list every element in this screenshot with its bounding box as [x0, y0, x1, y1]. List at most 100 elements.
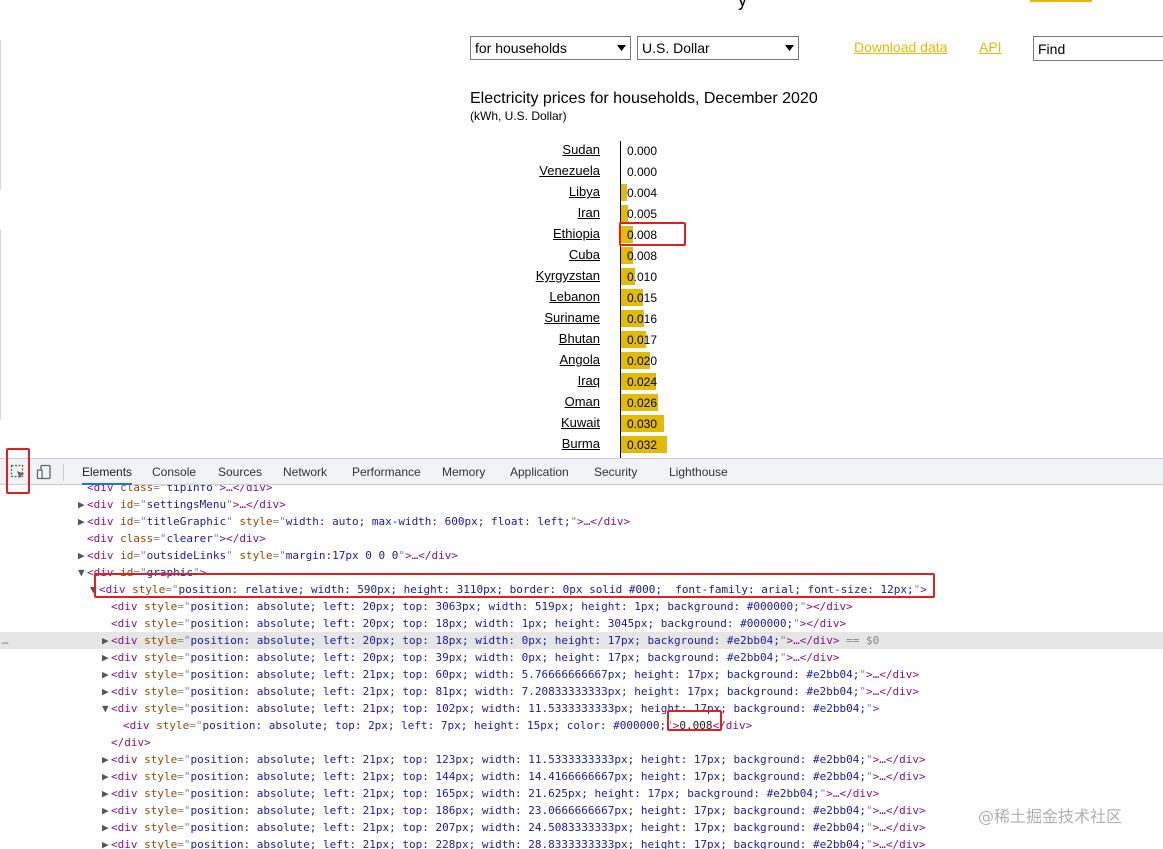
tab-console[interactable]: Console: [152, 459, 196, 485]
attribute-name: id: [120, 549, 134, 562]
country-link[interactable]: Libya: [569, 183, 600, 200]
webpage-viewport: y for households U.S. Dollar Download da…: [0, 0, 1163, 458]
dom-node-row[interactable]: <div class="clearer"></div>: [0, 530, 1163, 547]
tag-tail: >…</div>: [786, 634, 840, 647]
tab-security[interactable]: Security: [594, 459, 637, 485]
country-link[interactable]: Kyrgyzstan: [536, 267, 600, 284]
dom-node-row[interactable]: ▶ <div id="titleGraphic" style="width: au…: [0, 513, 1163, 530]
expand-toggle-icon[interactable]: ▶: [102, 632, 111, 649]
dom-node-row[interactable]: ▶ <div style="position: absolute; left: 2…: [0, 666, 1163, 683]
attribute-value: position: absolute; left: 20px; top: 18p…: [190, 634, 780, 647]
tab-performance[interactable]: Performance: [352, 459, 421, 485]
tab-elements[interactable]: Elements: [82, 459, 133, 485]
dom-node-row[interactable]: <div style="position: absolute; left: 20…: [0, 615, 1163, 632]
closing-tag: </div>: [111, 736, 151, 749]
expand-toggle-icon[interactable]: ▶: [102, 836, 111, 849]
dom-node-row[interactable]: <div style="position: absolute; top: 2px…: [0, 717, 1163, 734]
tag-tail: >…</div>: [219, 485, 273, 494]
bar-value-label: 0.005: [627, 207, 658, 221]
tag-name: div: [93, 498, 114, 511]
country-link[interactable]: Iraq: [578, 372, 600, 389]
tag-tail: >…</div>: [232, 498, 286, 511]
tab-memory[interactable]: Memory: [442, 459, 485, 485]
expand-toggle-icon[interactable]: ▶: [102, 751, 111, 768]
expand-toggle-icon[interactable]: ▶: [102, 666, 111, 683]
attribute-value: tipInfo: [166, 485, 213, 494]
dom-node-row[interactable]: ▶ <div style="position: absolute; left: 2…: [0, 751, 1163, 768]
expand-toggle-icon[interactable]: ▶: [102, 802, 111, 819]
dom-node-row[interactable]: <div style="position: absolute; left: 20…: [0, 598, 1163, 615]
country-link[interactable]: Sudan: [562, 141, 600, 158]
dom-node-row[interactable]: ▶ <div style="position: absolute; left: 2…: [0, 683, 1163, 700]
attribute-value: position: absolute; left: 21px; top: 144…: [190, 770, 867, 783]
dom-node-row[interactable]: ▼ <div style="position: absolute; left: 2…: [0, 700, 1163, 717]
country-link[interactable]: Lebanon: [549, 288, 600, 305]
attribute-name: style: [144, 651, 178, 664]
bar-value-label: 0.008: [627, 249, 658, 263]
attribute-name: style: [144, 668, 178, 681]
tab-application[interactable]: Application: [510, 459, 569, 485]
attribute-name: style: [144, 838, 178, 849]
tab-network[interactable]: Network: [283, 459, 327, 485]
attribute-value: position: absolute; left: 21px; top: 186…: [190, 804, 867, 817]
country-link[interactable]: Iran: [578, 204, 600, 221]
country-link[interactable]: Cuba: [569, 246, 600, 263]
tag-name: div: [117, 600, 138, 613]
bar-value-label: 0.030: [627, 417, 658, 431]
tag-name: div: [117, 838, 138, 849]
dom-node-row[interactable]: ▶ <div style="position: absolute; left: 2…: [0, 836, 1163, 849]
api-link[interactable]: API: [979, 39, 1002, 55]
attribute-name: style: [144, 702, 178, 715]
expand-toggle-icon[interactable]: ▶: [102, 819, 111, 836]
tag-tail: >…</div>: [786, 651, 840, 664]
dom-node-row[interactable]: ▶ <div style="position: absolute; left: 2…: [0, 649, 1163, 666]
tag-name: div: [117, 651, 138, 664]
dom-node-row[interactable]: ▶ <div style="position: absolute; left: 2…: [0, 632, 1163, 649]
expand-toggle-icon[interactable]: ▼: [102, 700, 111, 717]
country-link[interactable]: Oman: [565, 393, 600, 410]
country-link[interactable]: Kuwait: [561, 414, 600, 431]
currency-select[interactable]: U.S. Dollar: [637, 36, 799, 60]
dom-node-row[interactable]: ▶ <div id="outsideLinks" style="margin:17…: [0, 547, 1163, 564]
clipped-top-link-underline: [1030, 0, 1092, 2]
expand-toggle-icon[interactable]: ▶: [102, 768, 111, 785]
bar-value-label: 0.004: [627, 186, 658, 200]
expand-toggle-icon[interactable]: ▶: [78, 496, 87, 513]
clipped-title-text: y: [738, 0, 747, 10]
more-options-icon[interactable]: …: [2, 632, 9, 649]
dom-node-row[interactable]: </div>: [0, 734, 1163, 751]
expand-toggle-icon[interactable]: ▶: [102, 785, 111, 802]
download-data-link[interactable]: Download data: [854, 39, 947, 55]
country-link[interactable]: Angola: [560, 351, 600, 368]
dom-node-row[interactable]: ▶ <div style="position: absolute; left: 2…: [0, 768, 1163, 785]
dom-node-row[interactable]: <div class="tipInfo">…</div>: [0, 485, 1163, 496]
country-link[interactable]: Burma: [562, 435, 600, 452]
bar-chart: Sudan 0.000 Venezuela 0.000 Libya 0.004 Iran 0.…: [470, 138, 870, 458]
device-toolbar-icon[interactable]: [36, 464, 52, 480]
find-input[interactable]: [1033, 36, 1163, 61]
devtools-toolbar: Elements Console Sources Network Performance…: [0, 458, 1163, 485]
tab-sources[interactable]: Sources: [218, 459, 262, 485]
tab-lighthouse[interactable]: Lighthouse: [669, 459, 728, 485]
expand-toggle-icon[interactable]: ▶: [102, 683, 111, 700]
dom-node-row[interactable]: ▶ <div style="position: absolute; left: 2…: [0, 785, 1163, 802]
attribute-name: class: [120, 532, 154, 545]
country-link[interactable]: Suriname: [544, 309, 600, 326]
attribute-name: style: [144, 770, 178, 783]
expand-toggle-icon[interactable]: ▶: [78, 547, 87, 564]
attribute-name: style: [144, 804, 178, 817]
dom-node-row[interactable]: ▶ <div id="settingsMenu">…</div>: [0, 496, 1163, 513]
household-type-select[interactable]: for households: [470, 36, 631, 60]
expand-toggle-icon[interactable]: ▶: [102, 649, 111, 666]
country-link[interactable]: Venezuela: [539, 162, 600, 179]
expand-toggle-icon[interactable]: ▶: [78, 513, 87, 530]
expand-toggle-icon[interactable]: ▼: [78, 564, 87, 581]
bar-value-label: 0.020: [627, 354, 658, 368]
country-link[interactable]: Ethiopia: [553, 225, 600, 242]
attribute-name: style: [144, 685, 178, 698]
attribute-value: position: absolute; left: 20px; top: 18p…: [190, 617, 794, 630]
chart-subtitle: (kWh, U.S. Dollar): [470, 109, 567, 123]
attribute-name: style: [239, 549, 273, 562]
attribute-value: clearer: [166, 532, 213, 545]
country-link[interactable]: Bhutan: [559, 330, 600, 347]
